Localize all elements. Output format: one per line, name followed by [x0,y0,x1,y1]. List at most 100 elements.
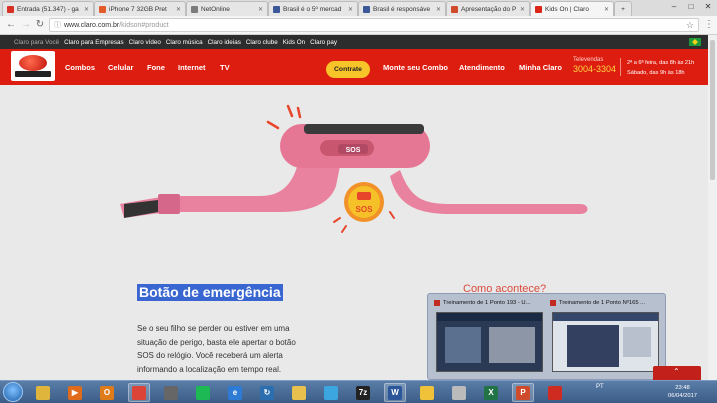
nav-celular[interactable]: Celular [108,63,133,72]
topbar-link-musica[interactable]: Claro música [166,39,203,46]
close-tab-icon[interactable]: ✕ [517,6,525,13]
acrobat-icon [548,385,562,400]
taskbar-ie-button[interactable]: e [224,383,246,402]
close-tab-icon[interactable]: ✕ [173,6,181,13]
taskbar-calculator-button[interactable] [448,383,470,402]
browser-tab-brasil-mercado[interactable]: Brasil é o 5º mercad ✕ [268,1,358,16]
nav-minha-claro[interactable]: Minha Claro [519,63,562,72]
chat-widget-tab[interactable]: ⌃ [653,366,701,380]
tab-label: Brasil é responsáve [373,5,431,13]
powerpoint-icon [550,300,556,306]
reload-button[interactable]: ↻ [34,19,46,31]
tab-label: Kids On | Claro [545,5,589,13]
preview-window-1[interactable]: Treinamento de 1 Ponto 193 - U... [432,298,547,376]
televendas-number[interactable]: 3004-3304 [573,64,616,74]
browser-tab-kids-on[interactable]: Kids On | Claro ✕ [530,1,614,16]
page-favicon-icon [191,5,198,13]
taskbar-chat-button[interactable] [320,383,342,402]
taskbar-outlook-button[interactable]: O [96,383,118,402]
excel-icon: X [484,385,498,400]
topbar-link-video[interactable]: Claro vídeo [129,39,161,46]
bookmark-star-icon[interactable]: ☆ [686,20,694,31]
maximize-icon: □ [688,1,694,11]
contrate-button[interactable]: Contrate [326,61,370,78]
address-bar[interactable]: ⓘ www.claro.com.br/kidson#product ☆ [49,18,699,32]
page-favicon-icon [273,5,280,13]
brazil-flag-icon[interactable] [689,38,701,46]
taskbar-chrome-button[interactable] [128,383,150,402]
site-header: Combos Celular Fone Internet TV Contrate… [0,49,708,85]
back-arrow-icon: ← [6,19,16,30]
page-favicon-icon [363,5,370,13]
browser-tab-netonline[interactable]: NetOnline ✕ [186,1,268,16]
taskbar-lock-button[interactable] [416,383,438,402]
browser-tab-gmail[interactable]: Entrada (51.347) - ga ✕ [2,1,94,16]
taskbar-refresh-app-button[interactable]: ↻ [256,383,278,402]
taskbar-app-button[interactable] [160,383,182,402]
windows-taskbar: ▶ Oe ↻ 7z W X P PT 23:48 06/04/2017 [0,380,717,403]
new-tab-button[interactable]: + [614,1,632,16]
outlook-icon: O [100,385,114,400]
close-tab-icon[interactable]: ✕ [433,6,441,13]
topbar-claro-para-voce[interactable]: Claro para Você [14,39,59,46]
nav-combos[interactable]: Combos [65,63,95,72]
tab-label: Brasil é o 5º mercad [283,5,342,13]
new-tab-label: + [621,5,625,13]
calculator-icon [452,385,466,400]
claro-logo[interactable] [11,51,55,81]
topbar-link-empresas[interactable]: Claro para Empresas [64,39,124,46]
scrollbar-thumb[interactable] [710,40,715,180]
nav-atendimento[interactable]: Atendimento [459,63,505,72]
taskbar-word-button[interactable]: W [384,383,406,402]
nav-monte-seu-combo[interactable]: Monte seu Combo [383,63,448,72]
close-window-button[interactable]: ✕ [700,0,716,12]
forward-button[interactable]: → [20,19,32,31]
maximize-button[interactable]: □ [683,0,699,12]
close-tab-icon[interactable]: ✕ [255,6,263,13]
topbar-link-clube[interactable]: Claro clube [246,39,278,46]
preview-title: Treinamento de 1 Ponto Nº165 ... [559,300,646,306]
topbar-link-pay[interactable]: Claro pay [310,39,337,46]
app-icon [164,385,178,400]
taskbar-spotify-button[interactable] [192,383,214,402]
topbar-link-ideias[interactable]: Claro ideias [208,39,241,46]
nav-tv[interactable]: TV [220,63,230,72]
topbar-link-kids-on[interactable]: Kids On [283,39,305,46]
media-player-icon: ▶ [68,385,82,400]
claro-favicon-icon [535,5,542,13]
language-indicator[interactable]: PT [596,384,604,390]
tab-label: NetOnline [201,5,230,13]
close-tab-icon[interactable]: ✕ [601,6,609,13]
page-favicon-icon [451,5,458,13]
spotify-icon [196,385,210,400]
system-clock[interactable]: 23:48 06/04/2017 [668,384,697,400]
alarm-icon [357,192,371,200]
url-path: /kidson#product [119,21,169,29]
taskbar-explorer-button[interactable] [32,383,54,402]
back-button[interactable]: ← [5,19,17,31]
taskbar-acrobat-button[interactable] [544,383,566,402]
start-button[interactable] [3,382,23,402]
taskbar-folder-button[interactable] [288,383,310,402]
gmail-icon [7,5,14,13]
preview-window-2[interactable]: Treinamento de 1 Ponto Nº165 ... [548,298,663,376]
browser-tab-brasil-responsavel[interactable]: Brasil é responsáve ✕ [358,1,446,16]
browser-tab-apresentacao[interactable]: Apresentação do P ✕ [446,1,530,16]
close-tab-icon[interactable]: ✕ [345,6,353,13]
nav-fone[interactable]: Fone [147,63,165,72]
minimize-button[interactable]: – [666,0,682,12]
taskbar-excel-button[interactable]: X [480,383,502,402]
page-info-icon[interactable]: ⓘ [54,20,61,30]
taskbar-media-player-button[interactable]: ▶ [64,383,86,402]
televendas-hours: 2ª a 6ª feira, das 8h às 21h Sábado, das… [627,58,694,78]
close-tab-icon[interactable]: ✕ [81,6,89,13]
browser-tab-iphone[interactable]: iPhone 7 32GB Pret ✕ [94,1,186,16]
minimize-icon: – [671,1,677,11]
clock-date: 06/04/2017 [668,393,698,399]
site-top-bar: Claro para Você Claro para Empresas Clar… [0,35,708,49]
taskbar-powerpoint-button[interactable]: P [512,383,534,402]
taskbar-7zip-button[interactable]: 7z [352,383,374,402]
nav-internet[interactable]: Internet [178,63,206,72]
browser-menu-button[interactable]: ⋮ [703,19,715,31]
chevron-up-icon: ⌃ [673,367,680,376]
